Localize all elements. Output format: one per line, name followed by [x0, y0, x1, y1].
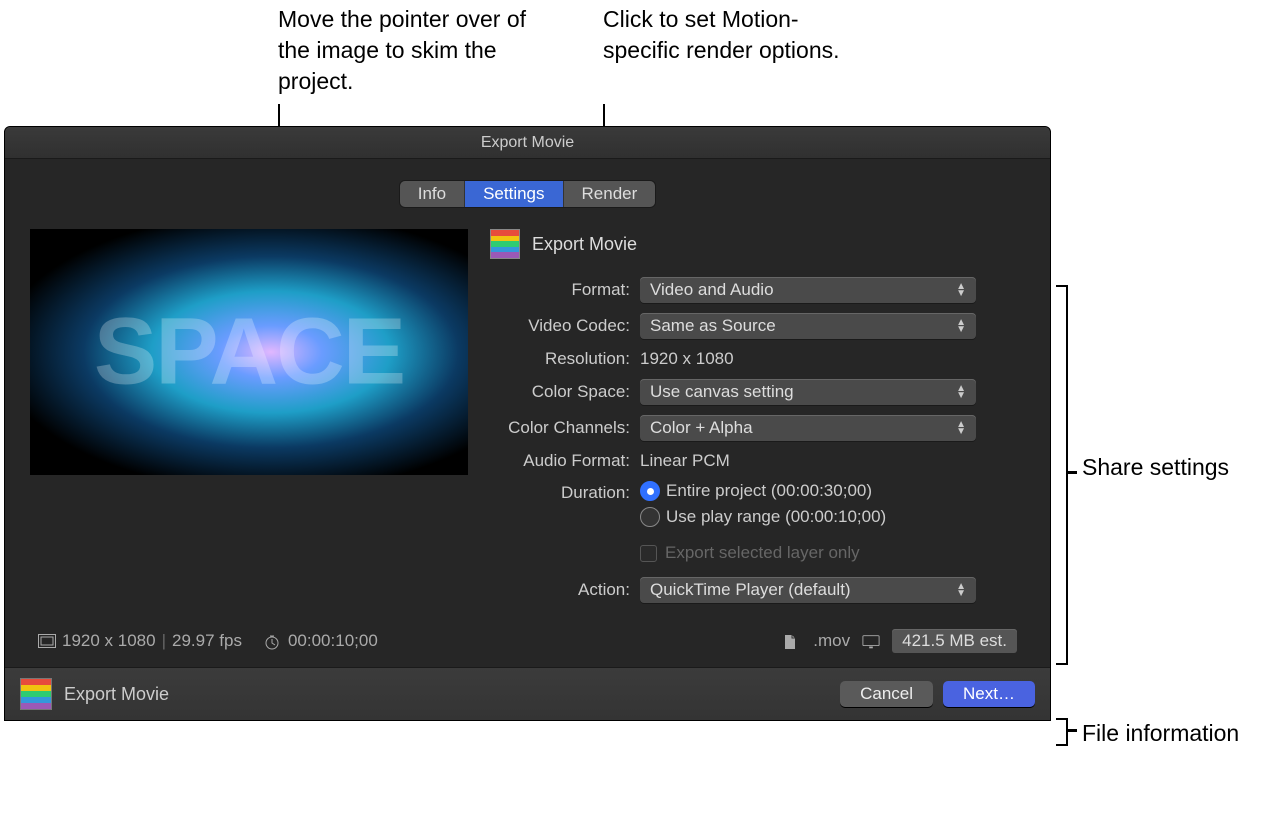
status-ext: .mov: [813, 631, 850, 651]
select-channels[interactable]: Color + Alpha ▲▼: [640, 415, 976, 441]
tab-settings[interactable]: Settings: [465, 181, 563, 207]
select-action[interactable]: QuickTime Player (default) ▲▼: [640, 577, 976, 603]
label-audio: Audio Format:: [490, 451, 630, 471]
frame-size-icon: [38, 634, 56, 648]
label-codec: Video Codec:: [490, 316, 630, 336]
label-duration: Duration:: [490, 481, 630, 503]
select-value: Color + Alpha: [650, 418, 753, 438]
bracket-fileinfo: [1056, 718, 1068, 746]
radio-entire-project[interactable]: Entire project (00:00:30;00): [640, 481, 886, 501]
destination-icon: [20, 678, 52, 710]
divider: |: [162, 631, 166, 651]
bracket-stub: [1067, 729, 1077, 732]
radio-label: Use play range (00:00:10;00): [666, 507, 886, 527]
status-duration: 00:00:10;00: [288, 631, 378, 651]
status-bar: 1920 x 1080 | 29.97 fps 00:00:10;00 .mov…: [30, 613, 1025, 667]
destination-title: Export Movie: [532, 234, 637, 255]
bracket-stub: [1067, 471, 1077, 474]
row-codec: Video Codec: Same as Source ▲▼: [490, 313, 1025, 339]
duration-options: Entire project (00:00:30;00) Use play ra…: [640, 481, 886, 533]
select-colorspace[interactable]: Use canvas setting ▲▼: [640, 379, 976, 405]
label-action: Action:: [490, 580, 630, 600]
label-format: Format:: [490, 280, 630, 300]
row-resolution: Resolution: 1920 x 1080: [490, 349, 1025, 369]
footer-left: Export Movie: [20, 678, 169, 710]
duration-icon: [264, 634, 282, 648]
preview-thumbnail[interactable]: SPACE: [30, 229, 468, 475]
status-dimensions: 1920 x 1080: [62, 631, 156, 651]
chevron-updown-icon: ▲▼: [956, 421, 966, 435]
footer-title: Export Movie: [64, 684, 169, 705]
footer-buttons: Cancel Next…: [840, 681, 1035, 707]
select-value: Same as Source: [650, 316, 776, 336]
row-audio: Audio Format: Linear PCM: [490, 451, 1025, 471]
chevron-updown-icon: ▲▼: [956, 583, 966, 597]
row-channels: Color Channels: Color + Alpha ▲▼: [490, 415, 1025, 441]
tab-info[interactable]: Info: [400, 181, 465, 207]
status-left: 1920 x 1080 | 29.97 fps 00:00:10;00: [38, 631, 378, 651]
label-channels: Color Channels:: [490, 418, 630, 438]
label-resolution: Resolution:: [490, 349, 630, 369]
callout-skim: Move the pointer over of the image to sk…: [278, 4, 548, 97]
callout-file-info: File information: [1082, 718, 1239, 749]
destination-row: Export Movie: [490, 229, 1025, 259]
destination-icon: [490, 229, 520, 259]
tab-render[interactable]: Render: [564, 181, 656, 207]
segmented-control: Info Settings Render: [400, 181, 656, 207]
radio-play-range[interactable]: Use play range (00:00:10;00): [640, 507, 886, 527]
checkbox-icon: [640, 545, 657, 562]
bracket-share: [1056, 285, 1068, 665]
radio-icon: [640, 481, 660, 501]
row-format: Format: Video and Audio ▲▼: [490, 277, 1025, 303]
window-title: Export Movie: [5, 127, 1050, 159]
export-window: Export Movie Info Settings Render SPACE …: [4, 126, 1051, 721]
select-value: Video and Audio: [650, 280, 774, 300]
checkbox-label: Export selected layer only: [665, 543, 860, 563]
display-icon: [862, 634, 880, 648]
chevron-updown-icon: ▲▼: [956, 385, 966, 399]
chevron-updown-icon: ▲▼: [956, 319, 966, 333]
callout-share-settings: Share settings: [1082, 452, 1229, 483]
radio-icon: [640, 507, 660, 527]
settings-panel: Export Movie Format: Video and Audio ▲▼ …: [490, 229, 1025, 613]
select-format[interactable]: Video and Audio ▲▼: [640, 277, 976, 303]
row-duration: Duration: Entire project (00:00:30;00) U…: [490, 481, 1025, 533]
chevron-updown-icon: ▲▼: [956, 283, 966, 297]
value-resolution: 1920 x 1080: [640, 349, 734, 369]
content-area: SPACE Export Movie Format: Video and Aud…: [30, 229, 1025, 613]
status-right: .mov 421.5 MB est.: [783, 629, 1017, 653]
value-audio: Linear PCM: [640, 451, 730, 471]
callout-render: Click to set Motion-specific render opti…: [603, 4, 843, 66]
preview-text: SPACE: [94, 298, 404, 407]
radio-label: Entire project (00:00:30;00): [666, 481, 872, 501]
checkbox-export-selected: Export selected layer only: [640, 543, 1025, 563]
select-value: QuickTime Player (default): [650, 580, 851, 600]
label-colorspace: Color Space:: [490, 382, 630, 402]
select-value: Use canvas setting: [650, 382, 794, 402]
footer-bar: Export Movie Cancel Next…: [5, 667, 1050, 720]
next-button[interactable]: Next…: [943, 681, 1035, 707]
row-colorspace: Color Space: Use canvas setting ▲▼: [490, 379, 1025, 405]
select-codec[interactable]: Same as Source ▲▼: [640, 313, 976, 339]
status-fps: 29.97 fps: [172, 631, 242, 651]
window-body: Info Settings Render SPACE Export Movie …: [5, 159, 1050, 667]
tab-bar: Info Settings Render: [30, 181, 1025, 207]
row-action: Action: QuickTime Player (default) ▲▼: [490, 577, 1025, 603]
file-icon: [783, 634, 801, 648]
size-estimate: 421.5 MB est.: [892, 629, 1017, 653]
cancel-button[interactable]: Cancel: [840, 681, 933, 707]
